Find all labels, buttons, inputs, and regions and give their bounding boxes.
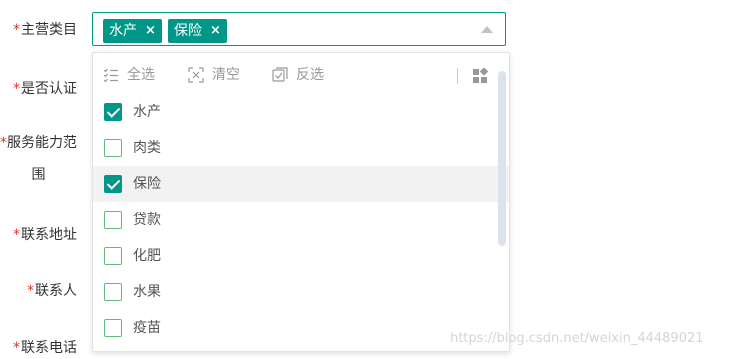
checkbox[interactable] — [104, 247, 122, 265]
label-phone: *联系电话 — [13, 337, 77, 357]
toolbar-divider — [457, 68, 458, 84]
label-contact-text: 联系人 — [35, 283, 77, 299]
option-label: 水产 — [133, 104, 161, 120]
required-mark: * — [13, 22, 20, 38]
tag-close-icon[interactable]: × — [145, 19, 156, 43]
option-item[interactable]: 贷款 — [93, 202, 509, 238]
label-certified-text: 是否认证 — [21, 81, 77, 97]
option-label: 水果 — [133, 284, 161, 300]
checkbox[interactable] — [104, 139, 122, 157]
option-label: 疫苗 — [133, 320, 161, 336]
tag-close-icon[interactable]: × — [210, 19, 221, 43]
select-all-label: 全选 — [127, 67, 155, 83]
required-mark: * — [27, 283, 34, 299]
checkbox-checked[interactable] — [104, 103, 122, 121]
option-item[interactable]: 水果 — [93, 274, 509, 310]
scrollbar-thumb[interactable] — [498, 71, 506, 246]
selected-tag: 保险 × — [168, 19, 227, 43]
option-label: 贷款 — [133, 212, 161, 228]
option-item[interactable]: 疫苗 — [93, 310, 509, 346]
checkbox[interactable] — [104, 319, 122, 337]
required-mark: * — [0, 135, 7, 151]
invert-select-icon — [272, 67, 288, 82]
invert-button[interactable]: 反选 — [272, 64, 324, 86]
label-address: *联系地址 — [13, 224, 77, 244]
option-label: 保险 — [133, 176, 161, 192]
option-item[interactable]: 肉类 — [93, 130, 509, 166]
label-address-text: 联系地址 — [21, 227, 77, 243]
option-item[interactable]: 水产 — [93, 94, 509, 130]
watermark: https://blog.csdn.net/weixin_44489021 — [450, 331, 704, 346]
selected-tag-label: 水产 — [109, 23, 137, 39]
category-multiselect[interactable]: 水产 × 保险 × — [92, 12, 506, 46]
required-mark: * — [13, 81, 20, 97]
label-category: *主营类目 — [13, 19, 77, 39]
checkbox[interactable] — [104, 211, 122, 229]
checkbox-checked[interactable] — [104, 175, 122, 193]
select-all-button[interactable]: 全选 — [103, 64, 155, 86]
clear-button[interactable]: 清空 — [188, 64, 240, 86]
label-phone-text: 联系电话 — [21, 340, 77, 356]
clear-box-icon — [188, 67, 204, 83]
caret-up-icon[interactable] — [481, 26, 493, 33]
selected-tag-label: 保险 — [174, 23, 202, 39]
label-category-text: 主营类目 — [21, 22, 77, 38]
option-item[interactable]: 化肥 — [93, 238, 509, 274]
option-label: 肉类 — [133, 140, 161, 156]
label-contact: *联系人 — [27, 280, 77, 300]
grid-icon[interactable] — [472, 67, 489, 88]
dropdown-toolbar: 全选 清空 反选 — [93, 61, 509, 89]
invert-label: 反选 — [296, 67, 324, 83]
list-check-icon — [103, 68, 118, 83]
checkbox[interactable] — [104, 283, 122, 301]
option-label: 化肥 — [133, 248, 161, 264]
selected-tag: 水产 × — [103, 19, 162, 43]
label-service-line1: 服务能力范 — [7, 135, 77, 151]
clear-label: 清空 — [212, 67, 240, 83]
option-item[interactable]: 保险 — [93, 166, 509, 202]
label-certified: *是否认证 — [13, 78, 77, 98]
required-mark: * — [13, 340, 20, 356]
label-service-line2: 围 — [31, 167, 46, 183]
options-dropdown: 全选 清空 反选 水产 肉类 保险 贷款 化肥 水果 疫苗 — [92, 52, 510, 352]
label-service: *服务能力范 围 — [0, 128, 77, 190]
required-mark: * — [13, 227, 20, 243]
